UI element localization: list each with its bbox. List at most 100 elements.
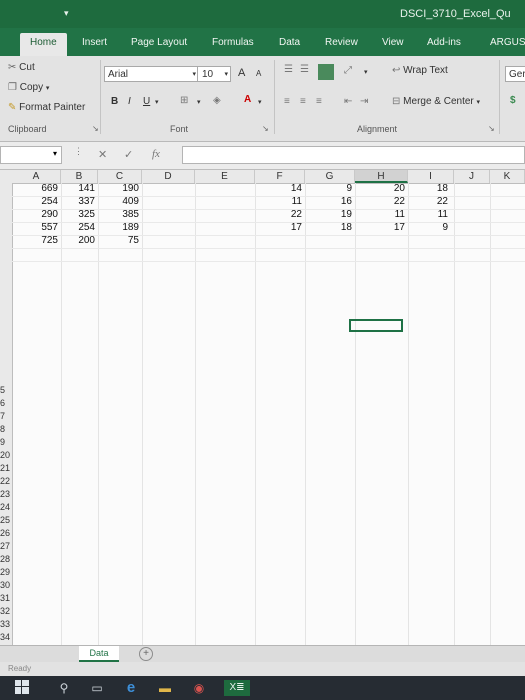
cell-f2[interactable]: 11 bbox=[255, 196, 302, 208]
cell-i3[interactable]: 11 bbox=[408, 209, 448, 221]
underline-button[interactable]: U bbox=[143, 96, 150, 107]
decrease-indent-icon[interactable]: ⇤ bbox=[344, 96, 352, 107]
chrome-icon[interactable]: ◉ bbox=[190, 680, 208, 696]
cell-b1[interactable]: 141 bbox=[61, 183, 95, 195]
align-top-icon[interactable]: ☰ bbox=[284, 64, 293, 75]
task-view-icon[interactable]: ▭ bbox=[88, 680, 106, 696]
cell-h1[interactable]: 20 bbox=[355, 183, 405, 195]
row-header[interactable]: 6 bbox=[0, 397, 12, 410]
column-header-a[interactable]: A bbox=[12, 170, 61, 183]
cell-b2[interactable]: 337 bbox=[61, 196, 95, 208]
row-header[interactable]: 7 bbox=[0, 410, 12, 423]
cell-c5[interactable]: 75 bbox=[98, 235, 139, 247]
fill-color-icon[interactable]: ◈ bbox=[213, 95, 221, 106]
quick-access-dropdown-icon[interactable]: ▾ bbox=[64, 8, 69, 19]
tab-insert[interactable]: Insert bbox=[82, 37, 107, 48]
enter-icon[interactable]: ✓ bbox=[124, 148, 133, 161]
file-explorer-icon[interactable]: ▬ bbox=[156, 680, 174, 696]
row-header[interactable]: 25 bbox=[0, 514, 12, 527]
shrink-font-button[interactable]: A bbox=[256, 69, 261, 78]
add-sheet-button[interactable]: + bbox=[139, 647, 153, 661]
column-header-k[interactable]: K bbox=[490, 170, 525, 183]
grow-font-button[interactable]: A bbox=[238, 67, 245, 79]
row-header[interactable]: 20 bbox=[0, 449, 12, 462]
cell-a3[interactable]: 290 bbox=[12, 209, 58, 221]
column-header-f[interactable]: F bbox=[255, 170, 305, 183]
cancel-icon[interactable]: ✕ bbox=[98, 148, 107, 161]
windows-start-icon[interactable] bbox=[14, 680, 30, 696]
row-header[interactable]: 5 bbox=[0, 384, 12, 397]
tab-view[interactable]: View bbox=[382, 37, 404, 48]
font-launcher-icon[interactable]: ↘ bbox=[262, 124, 269, 133]
chevron-down-icon[interactable]: ▾ bbox=[197, 98, 201, 106]
alignment-launcher-icon[interactable]: ↘ bbox=[488, 124, 495, 133]
cut-button[interactable]: ✂ Cut bbox=[8, 62, 35, 73]
column-header-c[interactable]: C bbox=[98, 170, 142, 183]
cell-a4[interactable]: 557 bbox=[12, 222, 58, 234]
row-header[interactable]: 9 bbox=[0, 436, 12, 449]
italic-button[interactable]: I bbox=[128, 96, 131, 107]
row-header[interactable]: 30 bbox=[0, 579, 12, 592]
column-header-d[interactable]: D bbox=[142, 170, 195, 183]
row-header[interactable]: 31 bbox=[0, 592, 12, 605]
worksheet-grid[interactable]: A B C D E F G H I J K 5 6 7 8 9 20 21 22… bbox=[0, 170, 525, 645]
currency-button[interactable]: $ bbox=[510, 95, 516, 106]
cell-f1[interactable]: 14 bbox=[255, 183, 302, 195]
increase-indent-icon[interactable]: ⇥ bbox=[360, 96, 368, 107]
cell-i1[interactable]: 18 bbox=[408, 183, 448, 195]
cell-c3[interactable]: 385 bbox=[98, 209, 139, 221]
cell-h3[interactable]: 11 bbox=[355, 209, 405, 221]
row-header[interactable]: 28 bbox=[0, 553, 12, 566]
align-bottom-icon[interactable] bbox=[318, 64, 334, 80]
formula-input[interactable] bbox=[182, 146, 525, 164]
cell-b4[interactable]: 254 bbox=[61, 222, 95, 234]
row-header[interactable]: 22 bbox=[0, 475, 12, 488]
cell-h4[interactable]: 17 bbox=[355, 222, 405, 234]
insert-function-button[interactable]: fx bbox=[152, 148, 160, 160]
column-header-h[interactable]: H bbox=[355, 170, 408, 183]
cell-a2[interactable]: 254 bbox=[12, 196, 58, 208]
borders-icon[interactable]: ⊞ bbox=[180, 95, 188, 106]
row-header[interactable]: 24 bbox=[0, 501, 12, 514]
cell-i2[interactable]: 22 bbox=[408, 196, 448, 208]
tab-page-layout[interactable]: Page Layout bbox=[131, 37, 187, 48]
tab-add-ins[interactable]: Add-ins bbox=[427, 37, 461, 48]
cell-b5[interactable]: 200 bbox=[61, 235, 95, 247]
tab-home[interactable]: Home bbox=[20, 33, 67, 56]
align-left-icon[interactable]: ≡ bbox=[284, 96, 290, 107]
row-header[interactable]: 23 bbox=[0, 488, 12, 501]
cell-c4[interactable]: 189 bbox=[98, 222, 139, 234]
row-header[interactable]: 26 bbox=[0, 527, 12, 540]
chevron-down-icon[interactable]: ▾ bbox=[364, 68, 368, 76]
row-header[interactable]: 34 bbox=[0, 631, 12, 644]
bold-button[interactable]: B bbox=[111, 96, 118, 107]
column-header-b[interactable]: B bbox=[61, 170, 98, 183]
cell-g2[interactable]: 16 bbox=[305, 196, 352, 208]
font-size-select[interactable]: 10 ▾ bbox=[197, 66, 231, 82]
cell-i4[interactable]: 9 bbox=[408, 222, 448, 234]
cell-g1[interactable]: 9 bbox=[305, 183, 352, 195]
cell-f3[interactable]: 22 bbox=[255, 209, 302, 221]
orientation-icon[interactable]: ⤢ bbox=[344, 65, 352, 76]
active-cell-selection[interactable] bbox=[349, 319, 403, 332]
chevron-down-icon[interactable]: ▾ bbox=[155, 98, 159, 106]
format-painter-button[interactable]: ✎ Format Painter bbox=[8, 102, 85, 113]
number-format-select[interactable]: Ger bbox=[505, 66, 525, 82]
excel-taskbar-icon[interactable]: X≣ bbox=[224, 680, 250, 696]
clipboard-launcher-icon[interactable]: ↘ bbox=[92, 124, 99, 133]
font-name-select[interactable]: Arial ▾ bbox=[104, 66, 199, 82]
cell-g4[interactable]: 18 bbox=[305, 222, 352, 234]
column-header-j[interactable]: J bbox=[454, 170, 490, 183]
row-header[interactable]: 21 bbox=[0, 462, 12, 475]
cell-a1[interactable]: 669 bbox=[12, 183, 58, 195]
align-center-icon[interactable]: ≡ bbox=[300, 96, 306, 107]
column-header-g[interactable]: G bbox=[305, 170, 355, 183]
row-header[interactable]: 33 bbox=[0, 618, 12, 631]
cell-g3[interactable]: 19 bbox=[305, 209, 352, 221]
copy-button[interactable]: ❐ Copy ▾ bbox=[8, 82, 49, 93]
sheet-tab-data[interactable]: Data bbox=[79, 646, 119, 662]
column-header-e[interactable]: E bbox=[195, 170, 255, 183]
name-box[interactable]: ▾ bbox=[0, 146, 62, 164]
cell-f4[interactable]: 17 bbox=[255, 222, 302, 234]
row-header[interactable]: 8 bbox=[0, 423, 12, 436]
